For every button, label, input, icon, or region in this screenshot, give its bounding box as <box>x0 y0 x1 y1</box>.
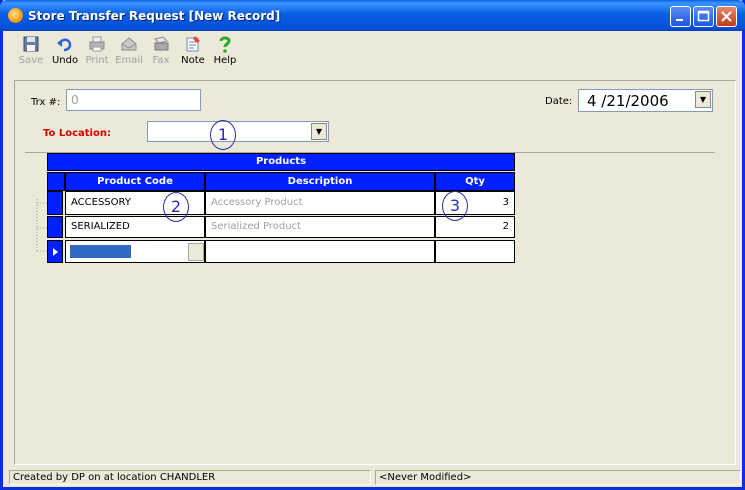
fax-button[interactable]: Fax <box>144 35 178 71</box>
close-button[interactable] <box>716 6 737 27</box>
maximize-button[interactable] <box>693 6 714 27</box>
to-location-label: To Location: <box>43 128 111 139</box>
email-button[interactable]: Email <box>112 35 146 71</box>
row-indicator[interactable] <box>47 191 63 215</box>
title-bar[interactable]: Store Transfer Request [New Record] <box>0 0 745 31</box>
fax-label: Fax <box>152 55 170 66</box>
table-row-2-code[interactable]: SERIALIZED <box>65 216 205 238</box>
column-header-qty[interactable]: Qty <box>435 172 515 191</box>
trx-number-field[interactable]: 0 <box>66 89 201 111</box>
new-row-description-cell[interactable] <box>205 240 435 263</box>
fax-icon <box>152 35 170 53</box>
products-grid-title: Products <box>47 153 515 171</box>
trx-label: Trx #: <box>31 97 61 108</box>
column-header-product-code[interactable]: Product Code <box>65 172 205 191</box>
chevron-down-icon: ▼ <box>315 127 323 136</box>
undo-arrow-icon <box>56 35 74 53</box>
app-icon[interactable] <box>8 8 23 23</box>
table-row-1-description[interactable]: Accessory Product <box>205 191 435 215</box>
new-row-indicator[interactable] <box>47 240 63 263</box>
callout-1: 1 <box>210 120 236 150</box>
status-bar: Created by DP on at location CHANDLER <N… <box>9 469 742 486</box>
trx-number-value: 0 <box>71 93 79 107</box>
status-modified: <Never Modified> <box>375 470 741 485</box>
help-button[interactable]: Help <box>208 35 242 71</box>
date-dropdown-button[interactable]: ▼ <box>695 91 711 108</box>
grid-corner-header <box>47 172 65 191</box>
table-row-2-description[interactable]: Serialized Product <box>205 216 435 238</box>
new-row-code-input[interactable] <box>65 240 205 263</box>
chevron-down-icon: ▼ <box>699 95 707 104</box>
floppy-disk-icon <box>22 35 40 53</box>
status-created-by: Created by DP on at location CHANDLER <box>9 470 371 485</box>
print-button[interactable]: Print <box>80 35 114 71</box>
to-location-dropdown-button[interactable]: ▼ <box>311 123 327 140</box>
to-location-select[interactable]: ▼ <box>147 121 329 142</box>
lookup-button[interactable] <box>188 243 204 261</box>
note-icon <box>184 35 202 53</box>
save-label: Save <box>18 55 44 66</box>
current-row-arrow-icon <box>53 248 58 256</box>
date-picker[interactable]: 4 /21/2006 ▼ <box>578 89 713 112</box>
maximize-icon <box>694 7 713 26</box>
new-row-qty-cell[interactable] <box>435 240 515 263</box>
column-header-description[interactable]: Description <box>205 172 435 191</box>
email-label: Email <box>115 55 143 66</box>
printer-icon <box>88 35 106 53</box>
callout-3: 3 <box>442 191 468 221</box>
callout-2: 2 <box>163 192 189 222</box>
undo-label: Undo <box>51 55 79 66</box>
date-label: Date: <box>545 96 573 107</box>
help-label: Help <box>213 55 237 66</box>
table-row-2-qty[interactable]: 2 <box>435 216 515 238</box>
store-transfer-window: Store Transfer Request [New Record] Save <box>0 0 745 490</box>
minimize-icon <box>671 7 690 26</box>
email-icon <box>120 35 138 53</box>
help-question-icon <box>216 35 234 53</box>
row-indicator[interactable] <box>47 216 63 238</box>
toolbar: Save Undo Print Email Fax Note Help <box>3 31 742 73</box>
window-title: Store Transfer Request [New Record] <box>28 9 281 23</box>
undo-button[interactable]: Undo <box>48 35 82 71</box>
save-button[interactable]: Save <box>14 35 48 71</box>
note-label: Note <box>181 55 205 66</box>
note-button[interactable]: Note <box>176 35 210 71</box>
print-label: Print <box>85 55 109 66</box>
date-value: 4 /21/2006 <box>587 92 669 110</box>
close-icon <box>717 7 736 26</box>
selected-text-highlight <box>70 245 131 258</box>
minimize-button[interactable] <box>670 6 691 27</box>
